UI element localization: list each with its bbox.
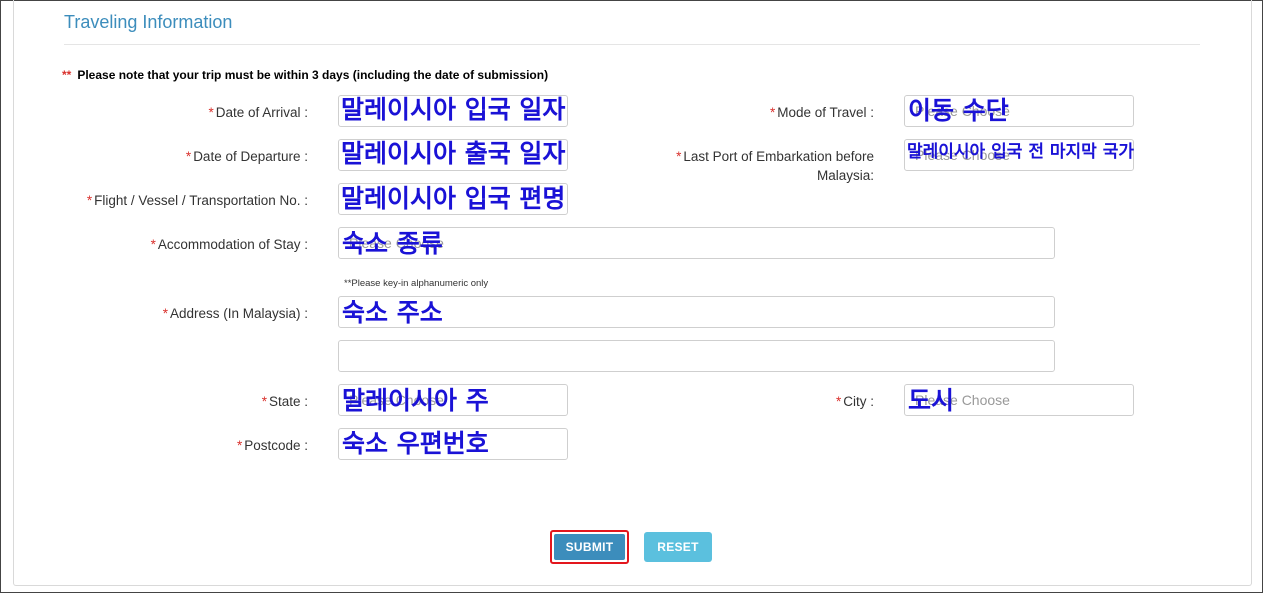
label-state: * State : <box>261 394 308 409</box>
label-date-of-arrival: * Date of Arrival : <box>208 105 308 120</box>
mode-of-travel-select[interactable]: Please Choose <box>904 95 1134 127</box>
address-line1-input[interactable] <box>338 296 1055 328</box>
accommodation-placeholder: Please Choose <box>349 235 444 251</box>
label-city: * City : <box>835 394 874 409</box>
address-hint: **Please key-in alphanumeric only <box>344 278 489 289</box>
submit-button[interactable]: SUBMIT <box>550 530 629 564</box>
notice-text: Please note that your trip must be withi… <box>77 68 549 82</box>
city-select[interactable]: Please Choose <box>904 384 1134 416</box>
accommodation-select[interactable]: Please Choose <box>338 227 1055 259</box>
label-last-port: * Last Port of Embarkation before Malaysi… <box>676 149 874 183</box>
trip-notice: ** Please note that your trip must be wit… <box>62 68 548 82</box>
last-port-select[interactable]: Please Choose <box>904 139 1134 171</box>
departure-date-input[interactable] <box>338 139 568 171</box>
submit-button-label: SUBMIT <box>554 534 625 560</box>
label-mode-of-travel: * Mode of Travel : <box>769 105 874 120</box>
label-accommodation: * Accommodation of Stay : <box>150 237 308 252</box>
mode-placeholder: Please Choose <box>915 103 1010 119</box>
section-divider <box>64 44 1200 45</box>
flight-number-input[interactable] <box>338 183 568 215</box>
section-title: Traveling Information <box>64 12 233 32</box>
form-panel <box>13 0 1252 586</box>
label-postcode: * Postcode : <box>236 438 308 453</box>
last-port-placeholder: Please Choose <box>915 147 1010 163</box>
label-flight-number: * Flight / Vessel / Transportation No. : <box>86 193 308 208</box>
label-date-of-departure: * Date of Departure : <box>185 149 308 164</box>
state-select[interactable]: Please Choose <box>338 384 568 416</box>
address-line2-input[interactable] <box>338 340 1055 372</box>
reset-button[interactable]: RESET <box>644 532 712 562</box>
city-placeholder: Please Choose <box>915 392 1010 408</box>
state-placeholder: Please Choose <box>349 392 444 408</box>
postcode-input[interactable] <box>338 428 568 460</box>
label-address: * Address (In Malaysia) : <box>162 306 308 321</box>
arrival-date-input[interactable] <box>338 95 568 127</box>
notice-marker: ** <box>62 68 72 82</box>
